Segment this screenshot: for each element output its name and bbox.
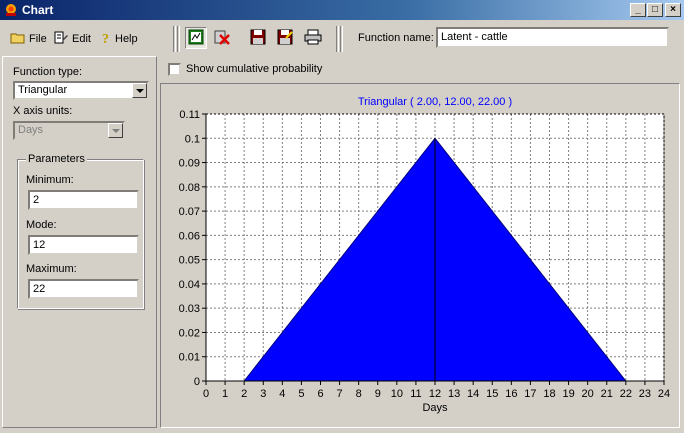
y-tick-label: 0.02 (179, 327, 200, 339)
function-type-value: Triangular (18, 84, 68, 96)
x-tick-label: 11 (410, 388, 421, 400)
window-title: Chart (22, 3, 54, 17)
left-panel: Function type: Triangular X axis units: … (2, 56, 157, 428)
x-tick-label: 8 (356, 388, 362, 400)
minimum-input[interactable]: 2 (28, 190, 139, 210)
x-tick-label: 24 (658, 388, 670, 400)
options-row: Show cumulative probability (160, 56, 680, 80)
x-tick-label: 23 (639, 388, 651, 400)
x-tick-label: 4 (279, 388, 285, 400)
y-tick-label: 0.11 (179, 109, 200, 121)
x-tick-label: 17 (524, 388, 536, 400)
x-tick-label: 22 (620, 388, 632, 400)
y-tick-label: 0.03 (179, 303, 200, 315)
x-tick-label: 20 (582, 388, 594, 400)
function-type-select[interactable]: Triangular (13, 81, 149, 100)
x-tick-label: 18 (543, 388, 555, 400)
chart-title: Triangular ( 2.00, 12.00, 22.00 ) (358, 96, 512, 108)
x-tick-label: 1 (222, 388, 228, 400)
toolbar-separator (173, 26, 176, 52)
y-tick-label: 0.09 (179, 158, 200, 170)
y-tick-label: 0 (194, 376, 200, 388)
menu-file-label: File (29, 33, 47, 45)
menu-help[interactable]: ? Help (100, 31, 138, 47)
maximum-label: Maximum: (26, 263, 77, 275)
y-tick-label: 0.04 (179, 279, 200, 291)
maximize-button[interactable]: □ (647, 3, 663, 17)
cumulative-label[interactable]: Show cumulative probability (186, 63, 322, 75)
chart-icon (188, 29, 204, 48)
chart-area: 0 0.01 0.02 0.03 0.04 0.05 0.06 0.07 0.08 0.09 0.1… (160, 83, 680, 428)
x-tick-label: 19 (562, 388, 574, 400)
save-button[interactable] (247, 27, 269, 49)
svg-text:?: ? (102, 32, 109, 45)
menu-help-label: Help (115, 33, 138, 45)
cumulative-checkbox[interactable] (168, 63, 181, 76)
edit-icon (53, 31, 69, 48)
x-axis-units-value: Days (18, 124, 44, 136)
x-tick-label: 16 (505, 388, 517, 400)
save-as-icon (277, 29, 293, 48)
app-icon (4, 3, 18, 17)
parameters-group: Parameters Minimum: 2 Mode: 12 Maximum: … (17, 153, 144, 309)
y-tick-label: 0.06 (179, 230, 200, 242)
menu-file[interactable]: File (10, 31, 47, 47)
x-tick-label: 9 (375, 388, 381, 400)
x-tick-label: 12 (429, 388, 441, 400)
x-tick-label: 21 (601, 388, 613, 400)
y-tick-label: 0.1 (185, 133, 200, 145)
x-tick-label: 0 (203, 388, 209, 400)
maximum-input[interactable]: 22 (28, 279, 139, 299)
x-tick-label: 6 (317, 388, 323, 400)
printer-icon (304, 29, 322, 48)
folder-icon (10, 31, 26, 48)
y-tick-label: 0.08 (179, 182, 200, 194)
x-axis-label: Days (422, 402, 448, 414)
chart-window: Chart _ □ × File Edit ? Help Function na… (0, 0, 684, 433)
y-tick-label: 0.05 (179, 255, 200, 267)
title-bar[interactable]: Chart _ □ × (0, 0, 684, 20)
help-icon: ? (100, 31, 112, 48)
toolbar-separator (177, 26, 180, 52)
parameters-legend: Parameters (26, 153, 87, 165)
x-axis-units-select[interactable]: Days (13, 121, 125, 140)
chart-svg: 0 0.01 0.02 0.03 0.04 0.05 0.06 0.07 0.08 0.09 0.1… (179, 96, 671, 414)
close-button[interactable]: × (665, 3, 681, 17)
delete-button[interactable] (211, 27, 233, 49)
toolbar: File Edit ? Help Function name: Latent -… (0, 22, 684, 54)
chevron-down-icon[interactable] (108, 123, 123, 138)
x-tick-label: 14 (467, 388, 479, 400)
save-as-button[interactable] (274, 27, 296, 49)
function-name-label: Function name: (358, 32, 434, 44)
x-tick-label: 3 (260, 388, 266, 400)
x-axis-units-label: X axis units: (13, 105, 73, 117)
y-tick-label: 0.07 (179, 206, 200, 218)
x-tick-label: 13 (448, 388, 460, 400)
x-tick-label: 10 (391, 388, 403, 400)
function-type-label: Function type: (13, 66, 83, 78)
function-name-input[interactable]: Latent - cattle (436, 27, 669, 48)
x-tick-label: 7 (337, 388, 343, 400)
y-tick-label: 0.01 (179, 352, 200, 364)
minimum-label: Minimum: (26, 174, 74, 186)
x-tick-label: 15 (486, 388, 498, 400)
mode-label: Mode: (26, 219, 57, 231)
menu-edit[interactable]: Edit (53, 31, 91, 47)
delete-icon (214, 29, 230, 48)
toolbar-separator (340, 26, 343, 52)
chart-view-button[interactable] (185, 27, 207, 49)
mode-input[interactable]: 12 (28, 235, 139, 255)
x-tick-label: 5 (298, 388, 304, 400)
chevron-down-icon[interactable] (132, 83, 147, 98)
menu-edit-label: Edit (72, 33, 91, 45)
save-icon (250, 29, 266, 48)
x-tick-label: 2 (241, 388, 247, 400)
toolbar-separator (336, 26, 339, 52)
minimize-button[interactable]: _ (630, 3, 646, 17)
print-button[interactable] (302, 27, 324, 49)
